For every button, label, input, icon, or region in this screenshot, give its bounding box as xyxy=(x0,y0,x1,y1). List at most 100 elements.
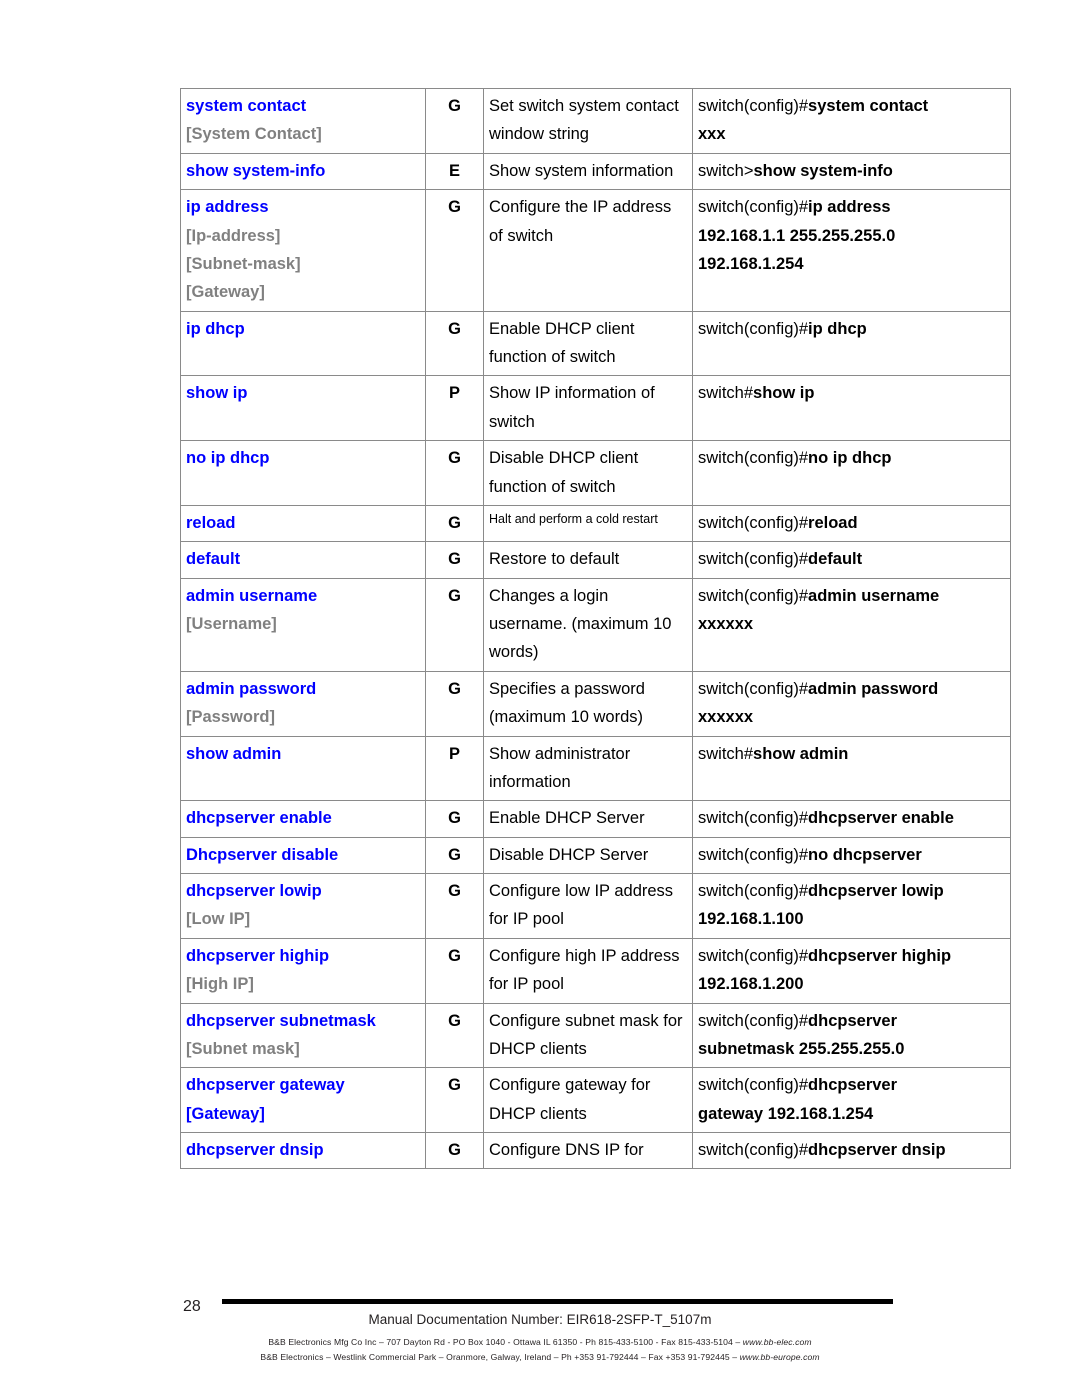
command-description-cell: Halt and perform a cold restart xyxy=(483,504,693,543)
command-name-cell: Dhcpserver disable xyxy=(180,836,426,875)
command-name-cell: reload xyxy=(180,504,426,543)
command-example-cell: switch(config)#dhcpserver enable xyxy=(692,800,1011,838)
table-row: ip dhcp G Enable DHCP client function of s… xyxy=(180,310,1011,377)
example-command: system contact xyxy=(808,97,929,115)
example-first-line: switch(config)#no dhcpserver xyxy=(698,846,922,864)
example-command: admin password xyxy=(808,679,939,698)
command-mode-cell: G xyxy=(425,88,484,154)
command-mode-cell: G xyxy=(425,1131,484,1170)
example-prompt: switch(config)# xyxy=(698,586,809,605)
example-value: gateway 192.168.1.254 xyxy=(698,1104,874,1123)
command-name-cell: system contact [System Contact] xyxy=(180,88,426,154)
command-parameter: [Username] xyxy=(186,615,277,633)
table-row: default G Restore to default switch(config)… xyxy=(180,541,1011,579)
command-mode-cell: P xyxy=(425,375,484,442)
example-command: no dhcpserver xyxy=(808,845,922,864)
footer-address-us: B&B Electronics Mfg Co Inc – 707 Dayton … xyxy=(0,1337,1080,1347)
example-first-line: switch(config)#reload xyxy=(698,514,858,532)
example-command: default xyxy=(808,550,863,569)
command-parameter: [Low IP] xyxy=(186,910,251,929)
table-row: ip address [Ip-address] [Subnet-mask] [Gate… xyxy=(180,189,1011,312)
example-value: xxx xyxy=(698,125,726,144)
command-mode-cell: G xyxy=(425,836,484,875)
command-mode-cell: G xyxy=(425,310,484,377)
example-prompt: switch(config)# xyxy=(698,513,809,532)
command-description-cell: Configure low IP address for IP pool xyxy=(483,873,693,939)
table-row: Dhcpserver disable G Disable DHCP Server sw… xyxy=(180,836,1011,875)
table-row: dhcpserver dnsip G Configure DNS IP for swi… xyxy=(180,1131,1011,1170)
command-name-cell: dhcpserver lowip [Low IP] xyxy=(180,873,426,939)
example-command: dhcpserver highip xyxy=(808,946,952,965)
example-prompt: switch(config)# xyxy=(698,809,809,828)
command-name-cell: dhcpserver gateway [Gateway] xyxy=(180,1067,426,1133)
command-name: show system-info xyxy=(186,161,326,180)
footer-site-us: www.bb-elec.com xyxy=(742,1337,812,1347)
command-name-cell: show system-info xyxy=(180,152,426,191)
table-row: show system-info E Show system information… xyxy=(180,152,1011,191)
command-description-cell: Restore to default xyxy=(483,541,693,579)
example-prompt: switch(config)# xyxy=(698,319,809,338)
example-prompt: switch> xyxy=(698,161,754,180)
command-description-cell: Disable DHCP client function of switch xyxy=(483,440,693,506)
command-mode-cell: G xyxy=(425,937,484,1004)
footer-address-eu: B&B Electronics – Westlink Commercial Pa… xyxy=(0,1352,1080,1362)
command-name: show admin xyxy=(186,744,282,763)
footer-address-us-text: B&B Electronics Mfg Co Inc – 707 Dayton … xyxy=(268,1337,743,1347)
table-row: admin password [Password] G Specifies a pas… xyxy=(180,670,1011,737)
command-name-cell: dhcpserver dnsip xyxy=(180,1131,426,1170)
example-first-line: switch(config)#admin username xyxy=(698,587,939,605)
command-description-cell: Configure the IP address of switch xyxy=(483,189,693,312)
command-name-cell: show ip xyxy=(180,375,426,442)
example-prompt: switch(config)# xyxy=(698,1011,809,1030)
command-name: dhcpserver lowip xyxy=(186,882,322,900)
command-example-cell: switch(config)#reload xyxy=(692,504,1011,543)
example-command: dhcpserver enable xyxy=(808,809,954,828)
command-description-cell: Disable DHCP Server xyxy=(483,836,693,875)
example-value: 192.168.1.100 xyxy=(698,910,804,929)
table-row: show ip P Show IP information of switch swi… xyxy=(180,375,1011,442)
command-example-cell: switch(config)#admin password xxxxxx xyxy=(692,670,1011,737)
table-row: dhcpserver enable G Enable DHCP Server swit… xyxy=(180,800,1011,838)
command-parameter: [Password] xyxy=(186,708,275,727)
command-parameter: [Subnet-mask] xyxy=(186,254,301,273)
example-first-line: switch(config)#default xyxy=(698,550,862,568)
example-value: xxxxxx xyxy=(698,615,754,633)
command-description-cell: Configure gateway for DHCP clients xyxy=(483,1067,693,1133)
command-mode-cell: G xyxy=(425,1002,484,1069)
example-first-line: switch(config)#dhcpserver enable xyxy=(698,809,954,827)
example-prompt: switch(config)# xyxy=(698,946,809,965)
example-command: dhcpserver xyxy=(808,1011,898,1030)
command-example-cell: switch#show admin xyxy=(692,735,1011,802)
command-name-cell: show admin xyxy=(180,735,426,802)
example-prompt: switch(config)# xyxy=(698,1141,809,1159)
command-example-cell: switch(config)#admin username xxxxxx xyxy=(692,577,1011,672)
example-prompt: switch(config)# xyxy=(698,882,809,900)
table-row: admin username [Username] G Changes a login… xyxy=(180,577,1011,672)
command-example-cell: switch(config)#dhcpserver subnetmask 255.… xyxy=(692,1002,1011,1069)
command-example-cell: switch(config)#system contact xxx xyxy=(692,88,1011,154)
command-parameter: [Gateway] xyxy=(186,283,265,302)
command-mode-cell: G xyxy=(425,670,484,737)
example-command: dhcpserver dnsip xyxy=(808,1141,946,1159)
example-first-line: switch>show system-info xyxy=(698,162,893,180)
command-name-cell: default xyxy=(180,541,426,579)
example-prompt: switch(config)# xyxy=(698,198,809,217)
command-mode-cell: P xyxy=(425,735,484,802)
example-command: reload xyxy=(808,513,858,532)
command-name-cell: dhcpserver subnetmask [Subnet mask] xyxy=(180,1002,426,1069)
example-prompt: switch(config)# xyxy=(698,1076,809,1095)
example-prompt: switch# xyxy=(698,384,754,403)
example-prompt: switch(config)# xyxy=(698,97,809,115)
command-description-cell: Show administrator information xyxy=(483,735,693,802)
command-name: reload xyxy=(186,513,236,532)
example-first-line: switch#show ip xyxy=(698,384,814,402)
command-parameter: [System Contact] xyxy=(186,125,322,144)
example-prompt: switch(config)# xyxy=(698,845,809,864)
command-parameter: [Subnet mask] xyxy=(186,1039,300,1058)
command-description-cell: Set switch system contact window string xyxy=(483,88,693,154)
table-row: system contact [System Contact] G Set switc… xyxy=(180,88,1011,154)
command-name-cell: ip address [Ip-address] [Subnet-mask] [Gate… xyxy=(180,189,426,312)
command-name: Dhcpserver disable xyxy=(186,845,339,864)
table-row: dhcpserver highip [High IP] G Configure hig… xyxy=(180,937,1011,1004)
example-prompt: switch(config)# xyxy=(698,679,809,698)
